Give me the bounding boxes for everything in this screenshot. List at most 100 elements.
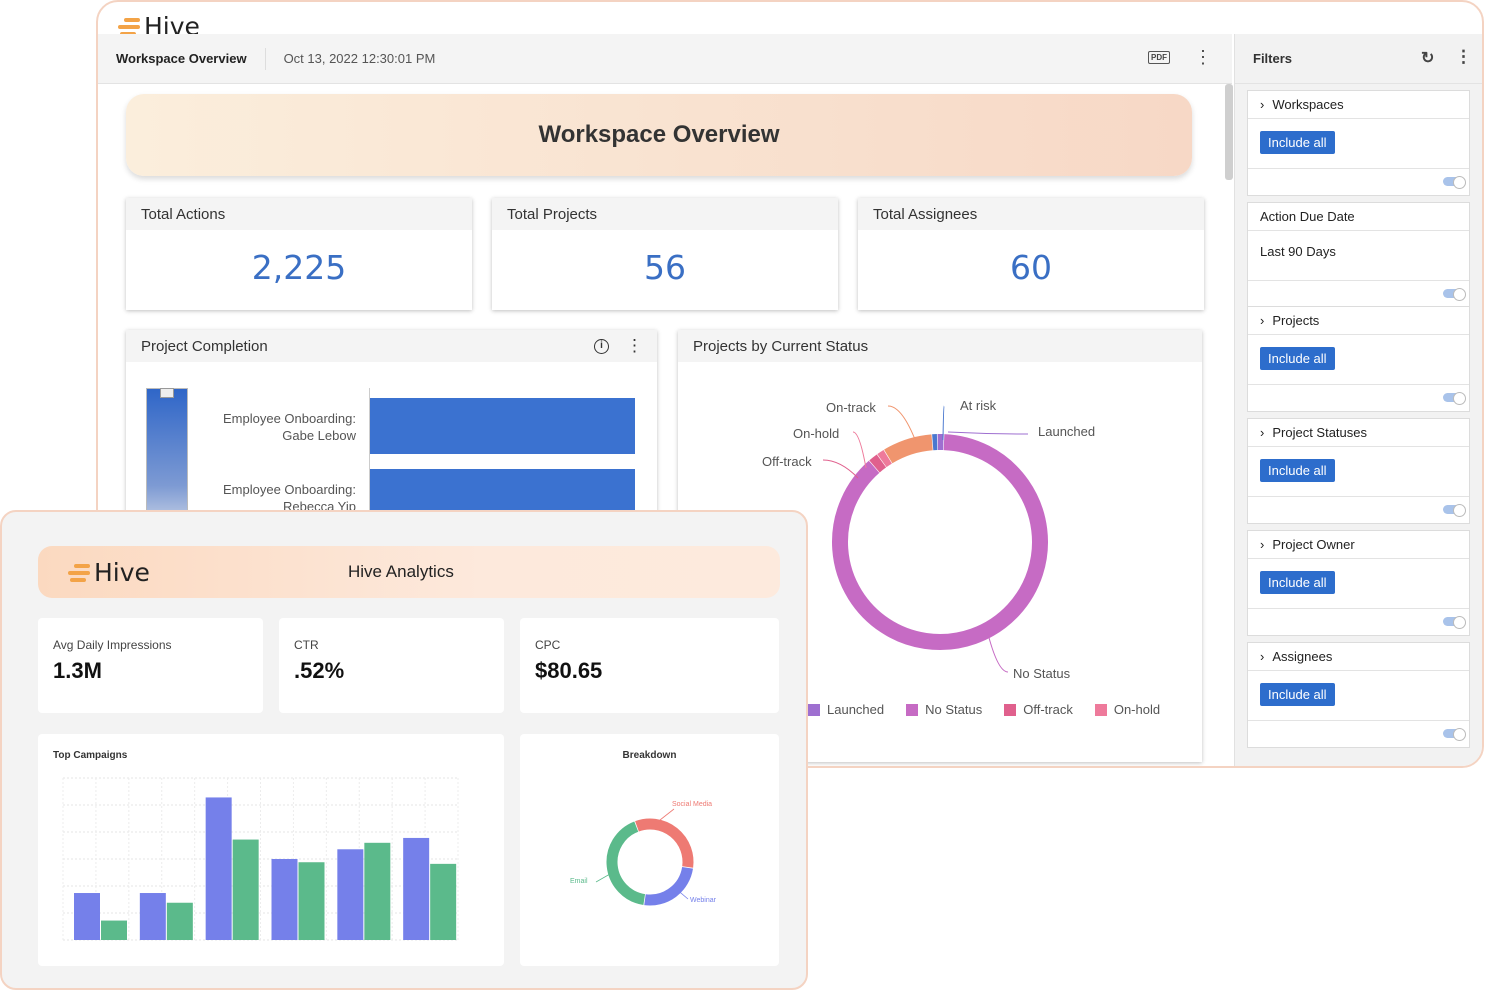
more-menu-icon[interactable]: ⋮ [1455,47,1472,67]
toggle-switch[interactable] [1443,728,1466,741]
filter-toggle[interactable] [1248,169,1469,195]
chevron-right-icon[interactable]: › [1260,97,1264,112]
legend-label: Off-track [1023,702,1073,717]
filter-body: Include all [1248,559,1469,609]
chevron-right-icon[interactable]: › [1260,313,1264,328]
bar [337,849,364,940]
slice-label: On-track [826,400,876,415]
filter-group-header[interactable]: › Project Statuses [1248,419,1469,447]
filter-label: Workspaces [1272,97,1344,112]
label-leader-line [887,405,917,443]
legend-swatch [1094,703,1107,716]
legend-item[interactable]: No Status [906,702,982,717]
divider [264,47,266,70]
mini-scroll-handle[interactable] [160,388,174,398]
kpi-value: 2,225 [251,248,347,287]
filter-label: Action Due Date [1260,209,1355,224]
legend-label: Launched [827,702,885,717]
bar [298,862,325,940]
reset-icon[interactable]: ↻ [1421,48,1434,68]
bar [74,893,100,940]
hive-logo-icon [118,17,140,36]
filter-group: › Project Statuses Include all [1247,418,1470,524]
metric-value: $80.65 [535,658,603,683]
legend-item[interactable]: On-hold [1094,702,1161,717]
label-leader-line [595,873,611,883]
filter-toggle[interactable] [1248,385,1469,411]
kpi-value: 60 [1010,248,1052,287]
chevron-right-icon[interactable]: › [1260,425,1264,440]
toggle-switch[interactable] [1443,392,1466,405]
kpi-total-assignees: Total Assignees 60 [858,198,1204,310]
row-label-line: Employee Onboarding: [223,482,356,497]
filter-group-header[interactable]: › Workspaces [1248,91,1469,119]
pie-slice [644,866,693,906]
pdf-export-icon[interactable]: PDF [1148,51,1170,64]
legend-item[interactable]: Launched [808,702,884,717]
filter-group-header[interactable]: › Assignees [1248,643,1469,671]
top-campaigns-chart [62,777,459,941]
slice-label: At risk [960,398,997,413]
metric-label: Avg Daily Impressions [53,638,172,652]
donut-slice [877,449,892,468]
kpi-value: 56 [644,248,686,287]
filter-label: Project Statuses [1272,425,1367,440]
metric-label: CTR [294,638,319,652]
slice-label: Off-track [762,454,812,469]
more-menu-icon[interactable]: ⋮ [1194,47,1212,67]
filter-toggle[interactable] [1248,609,1469,635]
include-all-button[interactable]: Include all [1260,347,1335,370]
donut-slice [832,434,1048,650]
chevron-right-icon[interactable]: › [1260,649,1264,664]
filter-toggle[interactable] [1248,281,1469,307]
filter-toggle[interactable] [1248,497,1469,523]
filter-group-header[interactable]: › Project Owner [1248,531,1469,559]
label-leader-line [822,459,859,479]
slice-label: No Status [1013,666,1071,681]
filter-group: › Assignees Include all [1247,642,1470,748]
filters-title: Filters [1253,51,1293,66]
bar [271,859,298,940]
filter-label: Projects [1272,313,1320,328]
more-menu-icon[interactable]: ⋮ [626,336,643,356]
label-leader-line [987,633,1009,673]
include-all-button[interactable]: Include all [1260,571,1335,594]
pie-label: Email [570,878,588,885]
mini-scroll-bar[interactable] [146,388,188,528]
filter-body: Include all [1248,335,1469,385]
kpi-label: Total Assignees [858,198,1204,230]
filter-group-header[interactable]: Action Due Date [1248,203,1469,231]
scrollbar[interactable] [1225,84,1233,180]
legend-label: On-hold [1113,702,1161,717]
info-icon[interactable]: i [594,339,609,354]
kpi-total-projects: Total Projects 56 [492,198,838,310]
include-all-button[interactable]: Include all [1260,683,1335,706]
toggle-switch[interactable] [1443,288,1466,301]
filter-label: Project Owner [1272,537,1355,552]
overview-banner: Workspace Overview [126,94,1192,176]
chevron-right-icon[interactable]: › [1260,537,1264,552]
bar [205,797,232,940]
logo-text: Hive [94,558,150,587]
completion-bar [370,398,635,454]
filter-label: Assignees [1272,649,1333,664]
toggle-switch[interactable] [1443,616,1466,629]
legend-item[interactable]: Off-track [1004,702,1073,717]
filter-group-header[interactable]: › Projects [1248,307,1469,335]
metric-card-ctr: CTR .52% [279,618,504,713]
bar [364,842,391,940]
include-all-button[interactable]: Include all [1260,131,1335,154]
panel-header: Project Completion i ⋮ [126,330,657,362]
toggle-switch[interactable] [1443,176,1466,189]
label-leader-line [942,405,945,441]
filter-group: Action Due Date Last 90 Days [1247,202,1470,308]
label-leader-line [947,431,1029,435]
bar [166,902,193,940]
include-all-button[interactable]: Include all [1260,459,1335,482]
toggle-switch[interactable] [1443,504,1466,517]
filter-toggle[interactable] [1248,721,1469,747]
filter-group: › Projects Include all [1247,306,1470,412]
slice-label: On-hold [793,426,839,441]
filters-header: Filters ↻ ⋮ [1235,34,1482,84]
hive-logo: Hive [68,558,150,587]
